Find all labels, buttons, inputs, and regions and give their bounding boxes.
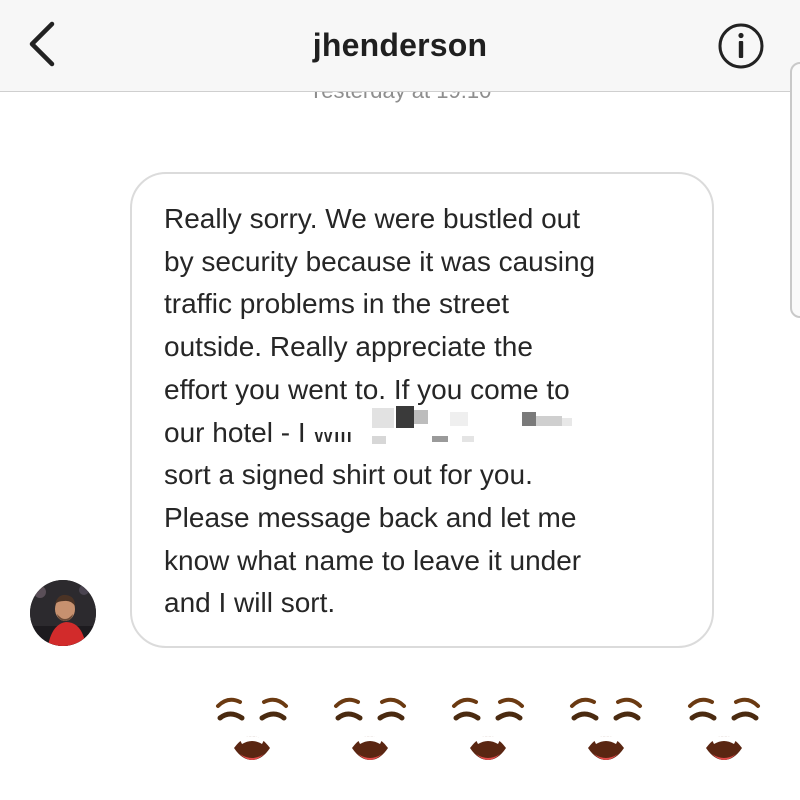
user-avatar[interactable] [30, 580, 96, 646]
message-timestamp: Yesterday at 19:10 [0, 92, 800, 104]
message-bubble[interactable]: Really sorry. We were bustled out by sec… [130, 172, 714, 648]
chat-header: jhenderson [0, 0, 800, 92]
conversation-title[interactable]: jhenderson [0, 27, 800, 64]
loudly-crying-face-icon [432, 670, 544, 782]
redaction-block [312, 404, 592, 436]
timestamp-container: Yesterday at 19:10 [0, 92, 800, 106]
loudly-crying-face-icon [668, 670, 780, 782]
loudly-crying-face-icon [550, 670, 662, 782]
redaction-fragment [312, 436, 512, 450]
info-circle-icon [718, 23, 764, 69]
emoji-reaction-row[interactable] [196, 670, 786, 790]
loudly-crying-face-icon [196, 670, 308, 782]
info-button[interactable] [716, 21, 766, 71]
loudly-crying-face-icon [314, 670, 426, 782]
avatar-image [30, 580, 96, 646]
